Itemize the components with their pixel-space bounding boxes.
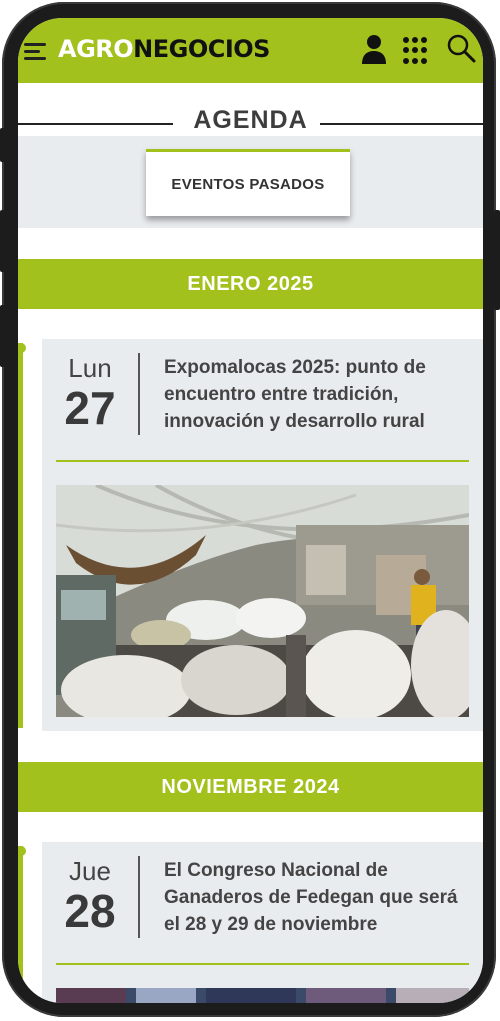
event-image[interactable] xyxy=(56,485,469,717)
apps-grid-icon[interactable] xyxy=(403,34,431,65)
cattle-exhibition-photo xyxy=(56,485,469,717)
event-date: Lun 27 xyxy=(42,339,138,432)
month-header-noviembre-2024: NOVIEMBRE 2024 xyxy=(18,762,483,812)
past-events-button[interactable]: EVENTOS PASADOS xyxy=(146,149,350,216)
event-separator xyxy=(56,963,469,965)
user-icon[interactable] xyxy=(360,33,388,65)
timeline-line xyxy=(18,343,26,728)
event-title[interactable]: Expomalocas 2025: punto de encuentro ent… xyxy=(164,354,464,435)
event-card[interactable]: Lun 27 Expomalocas 2025: punto de encuen… xyxy=(42,339,483,731)
event-title[interactable]: El Congreso Nacional de Ganaderos de Fed… xyxy=(164,857,464,938)
power-button xyxy=(494,210,500,310)
timeline-dot xyxy=(18,343,26,353)
menu-icon[interactable] xyxy=(24,43,48,61)
volume-up-button xyxy=(0,210,6,272)
volume-down-button xyxy=(0,305,6,367)
logo-part-agro: AGRO xyxy=(58,35,134,63)
event-day-number: 27 xyxy=(64,382,116,434)
event-date: Jue 28 xyxy=(42,842,138,935)
agenda-title-text: AGENDA xyxy=(181,106,320,134)
event-day-number: 28 xyxy=(64,885,116,937)
phone-screen: AGRONEGOCIOS AGENDA EVENTOS PASADOS ENER… xyxy=(18,18,483,1003)
timeline-dot xyxy=(18,846,26,856)
mute-switch xyxy=(0,128,6,162)
month-header-enero-2025: ENERO 2025 xyxy=(18,259,483,309)
date-divider xyxy=(138,856,140,938)
event-card[interactable]: Jue 28 El Congreso Nacional de Ganaderos… xyxy=(42,842,483,1003)
site-header: AGRONEGOCIOS xyxy=(18,18,483,83)
logo-part-negocios: NEGOCIOS xyxy=(133,35,270,63)
page-title: AGENDA xyxy=(18,106,483,135)
search-icon[interactable] xyxy=(446,33,476,63)
date-divider xyxy=(138,353,140,435)
event-day-name: Lun xyxy=(68,353,112,383)
event-day-name: Jue xyxy=(69,856,111,886)
event-separator xyxy=(56,460,469,462)
event-image[interactable] xyxy=(56,988,469,1003)
congress-photo xyxy=(56,988,469,1003)
timeline-line xyxy=(18,846,26,1003)
site-logo[interactable]: AGRONEGOCIOS xyxy=(58,32,270,66)
